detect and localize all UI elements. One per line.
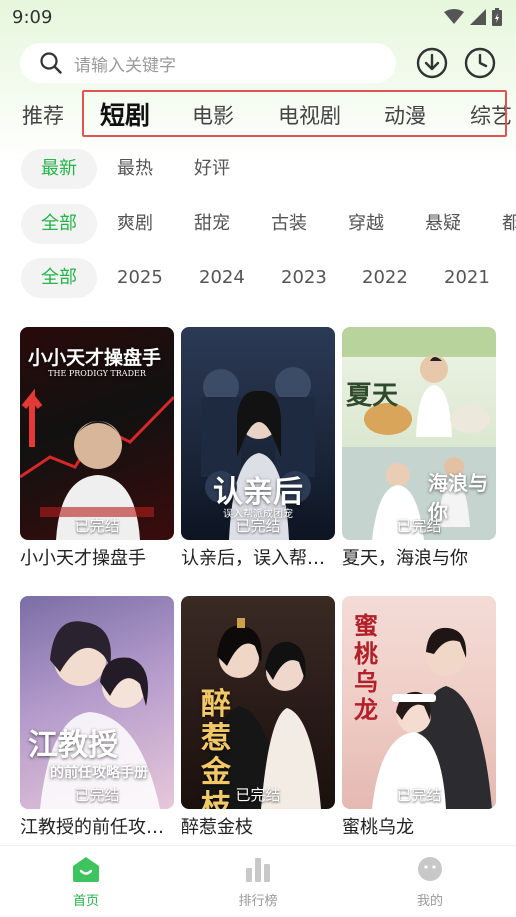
card-title: 醉惹金枝 <box>181 817 253 838</box>
nav-mine[interactable]: 我的 <box>385 856 475 909</box>
bottom-nav: 首页 排行榜 我的 <box>0 845 516 917</box>
drama-card[interactable]: 夏天 海浪与你 已完结 夏天，海浪与你 <box>342 327 496 570</box>
genre-urban[interactable]: 都 <box>502 204 516 244</box>
battery-icon <box>492 8 502 26</box>
genre-time-travel[interactable]: 穿越 <box>348 204 384 244</box>
genre-thrill[interactable]: 爽剧 <box>117 204 153 244</box>
year-2022[interactable]: 2022 <box>362 258 408 298</box>
year-2024[interactable]: 2024 <box>199 258 245 298</box>
poster-image: 小小天才操盘手 THE PRODIGY TRADER 已完结 <box>20 327 174 540</box>
filter-hottest[interactable]: 最热 <box>117 149 153 189</box>
signal-icon <box>470 9 486 25</box>
filter-latest[interactable]: 最新 <box>21 149 97 189</box>
nav-mine-label: 我的 <box>416 894 443 909</box>
status-badge: 已完结 <box>74 517 120 535</box>
poster-title-text: 江教授 <box>28 728 118 763</box>
status-icons <box>444 8 502 26</box>
search-row: 请输入关键字 <box>20 43 502 85</box>
poster-image: 醉惹金枝 已完结 <box>181 596 335 809</box>
genre-all[interactable]: 全部 <box>21 204 97 244</box>
poster-image: 夏天 海浪与你 已完结 <box>342 327 496 540</box>
tab-variety[interactable]: 综艺 <box>470 95 512 137</box>
tab-tv-series[interactable]: 电视剧 <box>278 95 341 137</box>
search-input[interactable]: 请输入关键字 <box>20 43 396 83</box>
bar-chart-icon <box>246 858 270 882</box>
card-title: 江教授的前任攻… <box>20 817 164 838</box>
drama-card[interactable]: 醉惹金枝 已完结 醉惹金枝 <box>181 596 335 839</box>
home-icon <box>73 857 99 882</box>
year-all[interactable]: 全部 <box>21 258 97 298</box>
tab-movie[interactable]: 电影 <box>192 95 234 137</box>
search-icon <box>40 52 62 74</box>
drama-card[interactable]: 江教授 的前任攻略手册 已完结 江教授的前任攻… <box>20 596 174 839</box>
drama-card[interactable]: 小小天才操盘手 THE PRODIGY TRADER 已完结 小小天才操盘手 <box>20 327 174 570</box>
poster-title-text: 蜜桃乌龙 <box>354 611 378 724</box>
genre-sweet[interactable]: 甜宠 <box>194 204 230 244</box>
tab-anime[interactable]: 动漫 <box>384 95 426 137</box>
poster-title-text: 夏天 <box>346 381 399 411</box>
nav-home[interactable]: 首页 <box>41 856 131 909</box>
nav-rank-label: 排行榜 <box>238 894 278 909</box>
history-button[interactable] <box>462 45 498 81</box>
profile-icon <box>418 857 442 881</box>
poster-image: 蜜桃乌龙 已完结 <box>342 596 496 809</box>
category-tabs: 推荐 短剧 电影 电视剧 动漫 综艺 <box>0 95 516 137</box>
poster-title-text: 小小天才操盘手 <box>28 347 162 369</box>
status-time: 9:09 <box>12 6 53 28</box>
nav-home-label: 首页 <box>72 894 99 909</box>
clock-icon <box>464 47 496 79</box>
drama-card[interactable]: 认亲后 误入帮派成团宠 已完结 认亲后，误入帮… <box>181 327 335 570</box>
poster-subtitle-text: 的前任攻略手册 <box>50 765 148 781</box>
status-badge: 已完结 <box>396 786 442 804</box>
status-bar: 9:09 <box>0 0 516 34</box>
download-button[interactable] <box>414 45 450 81</box>
genre-filter-row: 全部 爽剧 甜宠 古装 穿越 悬疑 都 <box>0 204 516 244</box>
wifi-icon <box>444 9 464 24</box>
download-icon <box>416 47 448 79</box>
nav-rank[interactable]: 排行榜 <box>213 856 303 909</box>
year-2025[interactable]: 2025 <box>117 258 163 298</box>
year-2023[interactable]: 2023 <box>281 258 327 298</box>
tab-recommend[interactable]: 推荐 <box>22 95 64 137</box>
status-badge: 已完结 <box>74 786 120 804</box>
filter-top-rated[interactable]: 好评 <box>194 149 230 189</box>
year-filter-row: 全部 2025 2024 2023 2022 2021 <box>0 258 516 298</box>
drama-card[interactable]: 蜜桃乌龙 已完结 蜜桃乌龙 <box>342 596 496 839</box>
card-title: 蜜桃乌龙 <box>342 817 414 838</box>
sort-filter-row: 最新 最热 好评 <box>0 149 516 189</box>
poster-subtitle-text: THE PRODIGY TRADER <box>48 369 146 378</box>
status-badge: 已完结 <box>235 517 281 535</box>
tab-short-drama[interactable]: 短剧 <box>100 95 150 137</box>
card-title: 认亲后，误入帮… <box>181 548 325 569</box>
status-badge: 已完结 <box>396 517 442 535</box>
card-title: 小小天才操盘手 <box>20 548 146 569</box>
search-placeholder: 请输入关键字 <box>74 55 176 76</box>
year-2021[interactable]: 2021 <box>444 258 490 298</box>
genre-costume[interactable]: 古装 <box>271 204 307 244</box>
card-title: 夏天，海浪与你 <box>342 548 468 569</box>
poster-image: 认亲后 误入帮派成团宠 已完结 <box>181 327 335 540</box>
genre-suspense[interactable]: 悬疑 <box>425 204 461 244</box>
status-badge: 已完结 <box>235 786 281 804</box>
poster-image: 江教授 的前任攻略手册 已完结 <box>20 596 174 809</box>
